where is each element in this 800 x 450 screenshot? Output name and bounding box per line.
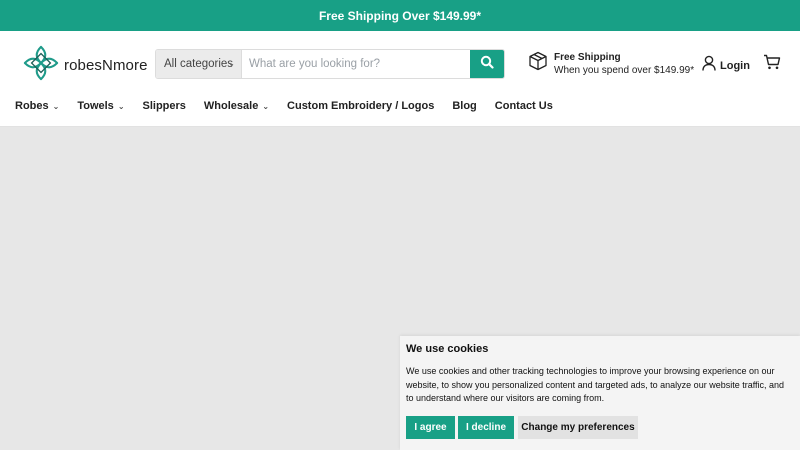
- nav-item-label: Slippers: [142, 100, 186, 112]
- main-nav: Robes ⌄ Towels ⌄ Slippers Wholesale ⌄ Cu…: [15, 100, 571, 112]
- search-input[interactable]: [242, 50, 470, 78]
- user-icon: [702, 55, 716, 76]
- cookie-banner-actions: I agree I decline Change my preferences: [406, 415, 794, 439]
- clover-knot-logo-icon: [22, 44, 60, 87]
- shipping-promo: Free Shipping When you spend over $149.9…: [528, 51, 694, 77]
- nav-item-contact-us[interactable]: Contact Us: [495, 100, 553, 112]
- nav-item-label: Wholesale: [203, 100, 259, 112]
- cart-icon: [763, 54, 781, 74]
- site-header: robesNmore All categories ⌄ What are you…: [0, 31, 800, 127]
- nav-item-label: Blog: [452, 100, 477, 112]
- chevron-down-icon: ⌄: [117, 101, 125, 111]
- login-label: Login: [720, 59, 750, 72]
- login-link[interactable]: Login: [702, 55, 750, 76]
- chevron-down-icon: ⌄: [228, 59, 235, 68]
- shipping-title: Free Shipping: [554, 52, 621, 63]
- nav-item-label: Robes: [15, 100, 49, 112]
- announcement-bar: Free Shipping Over $149.99*: [0, 0, 800, 31]
- decline-button[interactable]: I decline: [458, 415, 514, 439]
- nav-item-label: Contact Us: [494, 100, 553, 112]
- nav-item-blog[interactable]: Blog: [452, 100, 476, 112]
- nav-item-robes[interactable]: Robes ⌄: [15, 100, 59, 112]
- nav-item-label: Custom Embroidery / Logos: [287, 100, 435, 112]
- cookie-banner-title: We use cookies: [406, 343, 489, 355]
- shipping-subtitle: When you spend over $149.99*: [554, 65, 695, 76]
- cart-button[interactable]: [763, 54, 781, 75]
- search-button[interactable]: [470, 50, 504, 78]
- chevron-down-icon: ⌄: [262, 101, 270, 111]
- nav-item-label: Towels: [77, 100, 114, 112]
- brand-logo-link[interactable]: robesNmore: [22, 44, 148, 87]
- cookie-banner: We use cookies We use cookies and other …: [400, 336, 800, 450]
- chevron-down-icon: ⌄: [52, 101, 60, 111]
- cookie-banner-body: We use cookies and other tracking techno…: [406, 366, 785, 403]
- search-icon: [480, 55, 494, 74]
- nav-item-slippers[interactable]: Slippers: [143, 100, 186, 112]
- category-select[interactable]: All categories ⌄: [156, 50, 242, 78]
- box-icon: [528, 51, 548, 76]
- search-bar: All categories ⌄: [155, 49, 505, 79]
- agree-button[interactable]: I agree: [406, 415, 455, 439]
- announcement-text: Free Shipping Over $149.99*: [318, 8, 482, 23]
- nav-item-custom-embroidery[interactable]: Custom Embroidery / Logos: [287, 100, 434, 112]
- nav-item-towels[interactable]: Towels ⌄: [77, 100, 124, 112]
- brand-name: robesNmore: [64, 57, 148, 74]
- change-preferences-button[interactable]: Change my preferences: [518, 415, 638, 439]
- nav-item-wholesale[interactable]: Wholesale ⌄: [204, 100, 269, 112]
- category-select-label: All categories: [164, 58, 234, 70]
